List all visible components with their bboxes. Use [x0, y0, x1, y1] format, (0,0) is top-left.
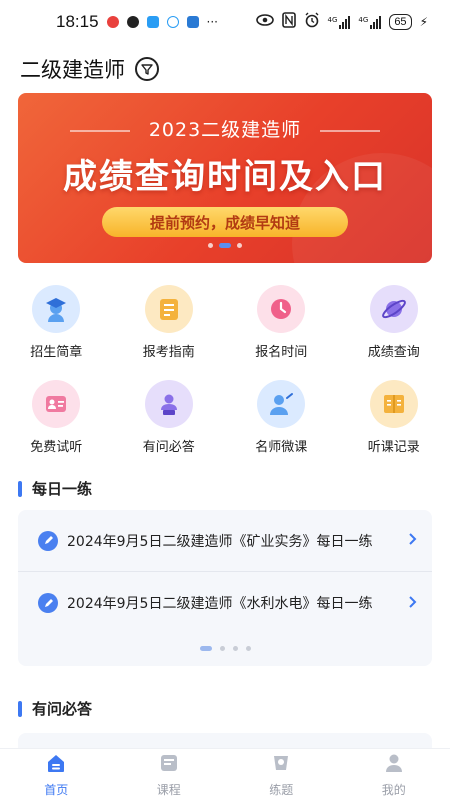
- practice-dot-active[interactable]: [199, 646, 212, 651]
- grid-label: 有问必答: [142, 440, 195, 455]
- grid-item-admissions[interactable]: 招生简章: [0, 285, 113, 360]
- banner-dot[interactable]: [208, 243, 213, 248]
- contact-card-icon: [32, 380, 81, 428]
- practice-pagination: [18, 646, 432, 651]
- grid-item-score-query[interactable]: 成绩查询: [338, 285, 450, 360]
- section-title: 有问必答: [32, 700, 93, 718]
- grid-label: 听课记录: [367, 440, 420, 455]
- notebook-icon: [369, 380, 418, 428]
- practice-dot[interactable]: [219, 646, 225, 651]
- tab-label: 我的: [381, 782, 406, 797]
- section-accent-bar: [18, 480, 22, 497]
- more-notifications: ···: [206, 15, 218, 29]
- page-title: 二级建造师: [20, 58, 125, 82]
- tab-profile[interactable]: 我的: [338, 749, 450, 800]
- grid-label: 免费试听: [30, 440, 83, 455]
- banner-dot-active[interactable]: [219, 243, 231, 248]
- app-icon: [186, 16, 199, 28]
- daily-practice-heading: 每日一练: [18, 478, 92, 499]
- bottom-tab-bar: 首页 课程 练题 我的: [0, 748, 450, 800]
- banner-year-title: 2023二级建造师: [148, 119, 302, 141]
- chevron-right-icon: [408, 531, 418, 550]
- status-bar: 18:15 ··· 4G 4G 65 ⚡: [0, 0, 450, 44]
- shield-icon: [146, 16, 159, 28]
- grid-label: 报考指南: [142, 345, 195, 360]
- grid-item-registration-time[interactable]: 报名时间: [225, 285, 338, 360]
- practice-dot[interactable]: [245, 646, 251, 651]
- grid-item-exam-guide[interactable]: 报考指南: [113, 285, 226, 360]
- promo-banner[interactable]: 2023二级建造师 成绩查询时间及入口 提前预约，成绩早知道: [18, 93, 432, 263]
- planet-icon: [369, 285, 418, 333]
- daily-practice-card: 2024年9月5日二级建造师《矿业实务》每日一练 2024年9月5日二级建造师《…: [18, 510, 432, 666]
- clock-icon: [257, 285, 306, 333]
- status-right: 4G 4G 65 ⚡: [255, 12, 428, 32]
- banner-pagination: [18, 243, 432, 248]
- banner-cta-pill[interactable]: 提前预约，成绩早知道: [102, 207, 348, 237]
- tab-courses[interactable]: 课程: [113, 749, 226, 800]
- book-icon: [144, 285, 193, 333]
- grid-label: 名师微课: [255, 440, 308, 455]
- banner-main-text: 成绩查询时间及入口: [63, 157, 387, 197]
- banner-dot[interactable]: [237, 243, 242, 248]
- practice-item-text: 2024年9月5日二级建造师《矿业实务》每日一练: [67, 533, 373, 550]
- page-header: 二级建造师: [20, 52, 159, 86]
- status-time: 18:15: [56, 12, 99, 31]
- practice-icon: [270, 752, 292, 778]
- tab-label: 课程: [156, 782, 181, 797]
- tab-label: 首页: [44, 782, 69, 797]
- section-accent-bar: [18, 700, 22, 717]
- grid-item-free-trial[interactable]: 免费试听: [0, 380, 113, 455]
- tab-home[interactable]: 首页: [0, 749, 113, 800]
- weibo-icon: [106, 16, 119, 28]
- signal-icon: 4G: [328, 15, 351, 29]
- filter-icon[interactable]: [135, 57, 159, 81]
- home-icon: [45, 752, 67, 778]
- practice-item-text: 2024年9月5日二级建造师《水利水电》每日一练: [67, 596, 373, 612]
- teacher-icon: [257, 380, 306, 428]
- section-title: 每日一练: [32, 480, 93, 498]
- chat-icon: [166, 16, 179, 28]
- chevron-right-icon: [408, 594, 418, 613]
- battery-indicator: 65: [389, 14, 412, 30]
- speaker-icon: [144, 380, 193, 428]
- practice-dot[interactable]: [232, 646, 238, 651]
- banner-year-title-row: 2023二级建造师: [18, 115, 432, 142]
- alarm-icon: [304, 12, 320, 32]
- tab-label: 练题: [269, 782, 294, 797]
- grid-item-qa[interactable]: 有问必答: [113, 380, 226, 455]
- tab-practice[interactable]: 练题: [225, 749, 338, 800]
- signal-icon-2: 4G: [358, 15, 382, 29]
- qa-heading: 有问必答: [18, 698, 92, 719]
- charging-icon: ⚡: [419, 15, 428, 29]
- grid-item-micro-lessons[interactable]: 名师微课: [225, 380, 338, 455]
- grid-label: 报名时间: [255, 345, 308, 360]
- grid-label: 招生简章: [30, 345, 83, 360]
- grid-label: 成绩查询: [367, 345, 420, 360]
- course-icon: [158, 752, 180, 778]
- practice-item[interactable]: 2024年9月5日二级建造师《水利水电》每日一练: [18, 572, 432, 634]
- pencil-icon: [38, 593, 58, 613]
- pencil-icon: [38, 530, 58, 551]
- quick-actions-grid: 招生简章 报考指南 报名时间 成绩查询 免费试听 有问必答 名师微课 听课记录: [0, 285, 450, 455]
- status-left: 18:15 ···: [56, 12, 218, 32]
- profile-icon: [383, 752, 405, 778]
- qq-icon: [126, 16, 139, 28]
- grid-item-listen-records[interactable]: 听课记录: [338, 380, 450, 455]
- practice-item[interactable]: 2024年9月5日二级建造师《矿业实务》每日一练: [18, 510, 432, 572]
- eye-icon: [255, 14, 274, 30]
- nfc-icon: [281, 12, 296, 32]
- graduate-icon: [32, 285, 81, 333]
- banner-decor-line: [320, 129, 381, 132]
- banner-decor-line: [69, 129, 130, 132]
